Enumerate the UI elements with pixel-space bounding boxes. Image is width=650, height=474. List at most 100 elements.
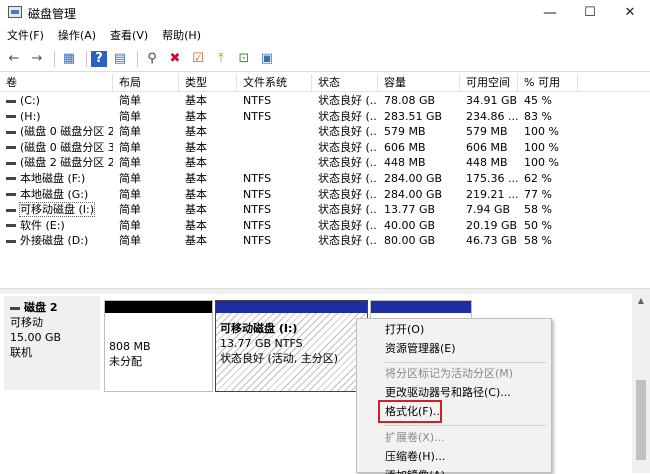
menu-open[interactable]: 打开(O): [385, 322, 424, 338]
table-cell: 状态良好 (...: [318, 140, 378, 154]
forward-arrow-icon[interactable]: →: [27, 49, 47, 69]
table-cell: 基本: [185, 234, 207, 248]
table-cell: 284.00 GB: [384, 171, 443, 185]
volume-name: (磁盘 0 磁盘分区 2): [20, 125, 113, 139]
menu-change-drive-letter[interactable]: 更改驱动器号和路径(C)...: [385, 385, 511, 401]
table-cell: 简单: [119, 218, 141, 232]
table-cell: 简单: [119, 140, 141, 154]
partition-unallocated[interactable]: 808 MB 未分配: [104, 300, 213, 392]
table-row[interactable]: 本地磁盘 (F:) 简单 基本 NTFS 状态良好 (... 284.00 GB 175.3…: [0, 171, 650, 187]
table-cell: 45 %: [524, 94, 552, 107]
help-icon[interactable]: ?: [91, 50, 107, 67]
show-hide-console-icon[interactable]: ▦: [59, 49, 79, 69]
scroll-up-icon[interactable]: ▲: [632, 294, 650, 308]
volume-icon: [6, 130, 16, 134]
disk-management-icon: [8, 6, 22, 18]
refresh-icon[interactable]: ⊡: [234, 49, 254, 69]
table-row[interactable]: 外接磁盘 (D:) 简单 基本 NTFS 状态良好 (... 80.00 GB 46.73 …: [0, 233, 650, 249]
connect-icon[interactable]: ⚲: [142, 49, 162, 69]
volume-name: 本地磁盘 (F:): [20, 171, 86, 185]
volume-cell: (C:): [0, 93, 113, 109]
maximize-button[interactable]: ☐: [570, 0, 610, 26]
disk-info[interactable]: 磁盘 2 可移动 15.00 GB 联机: [4, 296, 100, 390]
table-cell: 简单: [119, 171, 141, 185]
disk-management-window: 磁盘管理 — ☐ ✕ 文件(F) 操作(A) 查看(V) 帮助(H) ← → ▦…: [0, 0, 650, 474]
volume-cell: (磁盘 2 磁盘分区 2): [0, 155, 113, 171]
table-cell: 284.00 GB: [384, 187, 443, 201]
table-cell: 状态良好 (...: [318, 156, 378, 170]
unallocated-status: 未分配: [109, 355, 142, 368]
table-cell: 7.94 GB: [466, 203, 511, 217]
unallocated-bar: [105, 301, 212, 313]
window-title: 磁盘管理: [28, 7, 77, 21]
column-status[interactable]: 状态: [312, 74, 378, 92]
close-button[interactable]: ✕: [610, 0, 650, 26]
menu-help[interactable]: 帮助(H): [155, 26, 208, 46]
vertical-scrollbar[interactable]: ▲: [632, 294, 650, 473]
view-icon[interactable]: ▣: [257, 49, 277, 69]
table-cell: 34.91 GB: [466, 94, 518, 107]
table-row[interactable]: 可移动磁盘 (I:) 简单 基本 NTFS 状态良好 (... 13.77 GB 7.94 …: [0, 202, 650, 218]
table-cell: 283.51 GB: [384, 109, 443, 123]
table-cell: 100 %: [524, 156, 559, 170]
table-row[interactable]: (C:) 简单 基本 NTFS 状态良好 (... 78.08 GB 34.91 GB 45 …: [0, 93, 650, 109]
toolbar-separator: [86, 50, 87, 67]
table-cell: NTFS: [243, 109, 272, 123]
volume-name: 软件 (E:): [20, 218, 65, 232]
scrollbar-thumb[interactable]: [636, 380, 646, 460]
disk-status: 联机: [10, 346, 32, 359]
table-row[interactable]: (磁盘 2 磁盘分区 2) 简单 基本 状态良好 (... 448 MB 448 MB 10…: [0, 155, 650, 171]
column-volume[interactable]: 卷: [0, 74, 113, 92]
volume-name: (C:): [20, 94, 40, 107]
table-row[interactable]: (磁盘 0 磁盘分区 2) 简单 基本 状态良好 (... 579 MB 579 MB 10…: [0, 124, 650, 140]
table-row[interactable]: 软件 (E:) 简单 基本 NTFS 状态良好 (... 40.00 GB 20.19 GB…: [0, 218, 650, 234]
table-cell: 448 MB: [384, 156, 426, 170]
column-free-space[interactable]: 可用空间: [460, 74, 518, 92]
volume-list-header: 卷 布局 类型 文件系统 状态 容量 可用空间 % 可用: [0, 74, 650, 92]
table-cell: 83 %: [524, 109, 552, 123]
volume-cell: 本地磁盘 (F:): [0, 171, 113, 187]
context-menu: 打开(O) 资源管理器(E) 将分区标记为活动分区(M) 更改驱动器号和路径(C…: [356, 318, 552, 474]
format-highlight-box: [378, 400, 442, 423]
partition-removable-i[interactable]: 可移动磁盘 (I:) 13.77 GB NTFS 状态良好 (活动, 主分区): [215, 300, 368, 392]
table-cell: 简单: [119, 94, 141, 107]
table-cell: 基本: [185, 187, 207, 201]
table-cell: 简单: [119, 125, 141, 139]
volume-icon: [6, 193, 16, 197]
volume-icon: [6, 177, 16, 181]
check-icon[interactable]: ☑: [188, 49, 208, 69]
back-arrow-icon[interactable]: ←: [4, 49, 24, 69]
table-cell: 基本: [185, 140, 207, 154]
column-file-system[interactable]: 文件系统: [237, 74, 312, 92]
primary-partition-bar: [216, 301, 367, 313]
menu-file[interactable]: 文件(F): [0, 26, 51, 46]
table-row[interactable]: (磁盘 0 磁盘分区 3) 简单 基本 状态良好 (... 606 MB 606 MB 10…: [0, 140, 650, 156]
volume-icon: [6, 208, 16, 212]
delete-icon[interactable]: ✖: [165, 49, 185, 69]
disk-icon: [10, 306, 20, 310]
column-type[interactable]: 类型: [179, 74, 237, 92]
menu-shrink-volume[interactable]: 压缩卷(H)...: [385, 449, 445, 465]
partition-size: 13.77 GB NTFS: [220, 337, 303, 350]
column-layout[interactable]: 布局: [113, 74, 179, 92]
volume-name: 可移动磁盘 (I:): [18, 202, 96, 218]
volume-name: 本地磁盘 (G:): [20, 187, 89, 201]
column-capacity[interactable]: 容量: [378, 74, 460, 92]
unallocated-size: 808 MB: [109, 340, 151, 353]
menu-add-mirror[interactable]: 添加镜像(A)...: [385, 468, 456, 474]
import-icon[interactable]: ⤒: [211, 49, 231, 69]
toolbar: ← → ▦ ? ▤ ⚲ ✖ ☑ ⤒ ⊡ ▣: [0, 46, 650, 72]
partition-status: 状态良好 (活动, 主分区): [220, 352, 339, 365]
properties-icon[interactable]: ▤: [110, 49, 130, 69]
column-percent-free[interactable]: % 可用: [518, 74, 578, 92]
menu-explorer[interactable]: 资源管理器(E): [385, 341, 456, 357]
table-cell: 219.21 ...: [466, 187, 518, 201]
title-bar: 磁盘管理 — ☐ ✕: [0, 0, 650, 26]
menu-action[interactable]: 操作(A): [51, 26, 103, 46]
menu-view[interactable]: 查看(V): [103, 26, 155, 46]
table-row[interactable]: (H:) 简单 基本 NTFS 状态良好 (... 283.51 GB 234.86 ...…: [0, 109, 650, 125]
minimize-button[interactable]: —: [530, 0, 570, 26]
table-cell: 基本: [185, 171, 207, 185]
menu-separator: [383, 425, 547, 426]
table-row[interactable]: 本地磁盘 (G:) 简单 基本 NTFS 状态良好 (... 284.00 GB 219.2…: [0, 187, 650, 203]
